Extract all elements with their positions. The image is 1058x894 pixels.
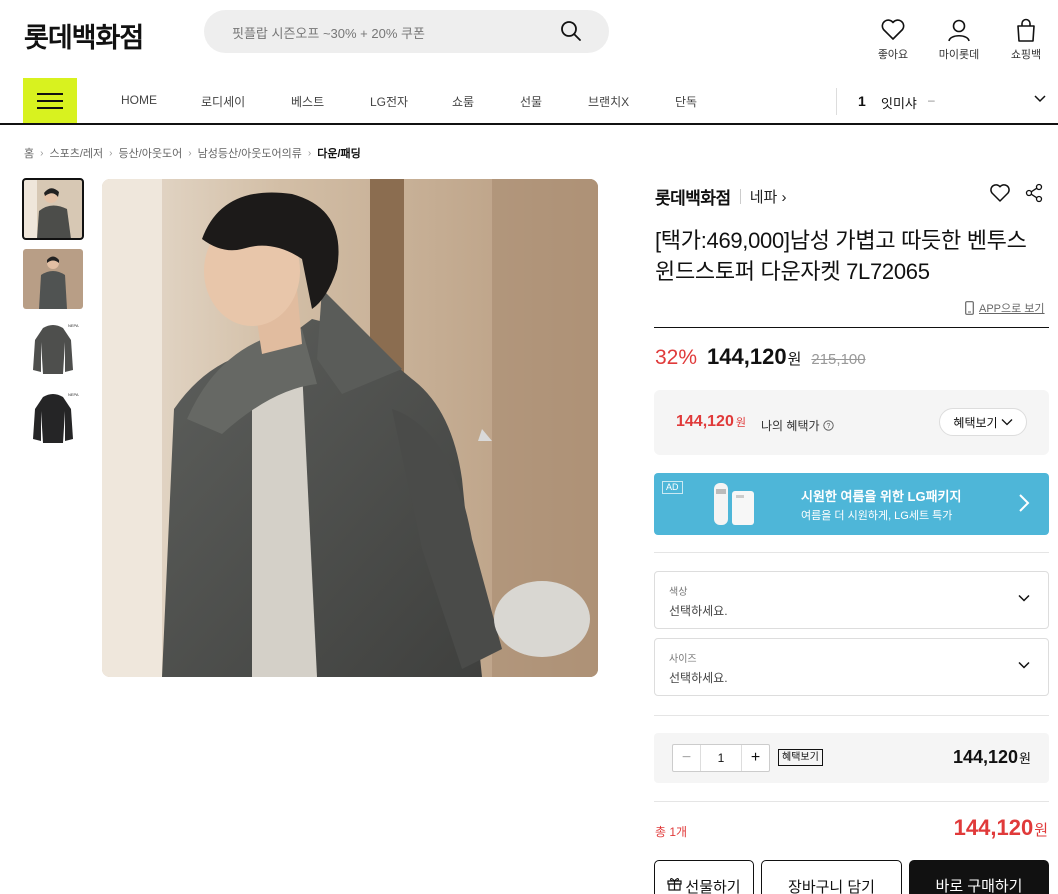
heart-icon <box>881 19 905 40</box>
search-placeholder: 핏플랍 시즌오프 ~30% + 20% 쿠폰 <box>232 26 425 41</box>
currency-unit: 원 <box>787 351 802 368</box>
buy-now-button[interactable]: 바로 구매하기 <box>909 860 1049 894</box>
ad-title: 시원한 여름을 위한 LG패키지 <box>801 489 962 504</box>
app-view-label: APP으로 보기 <box>979 303 1045 315</box>
search-bar[interactable]: 핏플랍 시즌오프 ~30% + 20% 쿠폰 <box>204 10 609 53</box>
svg-text:NEPA: NEPA <box>68 392 79 397</box>
share-icon[interactable] <box>1025 183 1043 203</box>
product-thumbnail[interactable] <box>22 178 84 240</box>
sale-price: 144,120 <box>707 344 787 369</box>
total-price: 144,120원 <box>953 815 1048 840</box>
search-icon[interactable] <box>559 19 583 43</box>
rank-number: 1 <box>858 93 866 109</box>
wishlist-label: 좋아요 <box>877 49 909 61</box>
nav-item-exclusive[interactable]: 단독 <box>675 93 697 110</box>
breadcrumb-current: 다운/패딩 <box>317 148 361 160</box>
size-select[interactable]: 사이즈 선택하세요. <box>654 638 1049 696</box>
benefit-price: 144,120 원 <box>676 413 746 430</box>
ad-subtitle: 여름을 더 시원하게, LG세트 특가 <box>801 510 953 522</box>
divider <box>654 715 1049 716</box>
nav-item-lg[interactable]: LG전자 <box>370 93 408 110</box>
product-title: [택가:469,000]남성 가볍고 따듯한 벤투스 윈드스토퍼 다운자켓 7L… <box>655 228 1027 284</box>
shopping-bag-label: 쇼핑백 <box>1010 49 1042 61</box>
view-benefits-button[interactable]: 혜택보기 <box>939 408 1027 436</box>
color-select[interactable]: 색상 선택하세요. <box>654 571 1049 629</box>
brand-link[interactable]: 네파 › <box>750 186 787 207</box>
price-row: 32% 144,120 원 215,100 <box>655 344 866 370</box>
wishlist-button[interactable]: 좋아요 <box>865 18 921 62</box>
my-lotte-button[interactable]: 마이롯데 <box>931 18 987 62</box>
chevron-down-icon <box>1001 419 1013 426</box>
breadcrumb-item[interactable]: 남성등산/아웃도어의류 <box>198 145 302 161</box>
color-select-value: 선택하세요. <box>669 604 728 618</box>
chevron-down-icon <box>1018 661 1030 669</box>
product-thumbnail[interactable]: NEPA <box>23 318 83 378</box>
brand-row: 롯데백화점 네파 › <box>655 184 786 209</box>
quantity-value[interactable]: 1 <box>701 745 741 771</box>
nav-item-home[interactable]: HOME <box>121 93 157 107</box>
nav-divider <box>836 88 837 115</box>
discount-rate: 32% <box>655 346 698 369</box>
store-name[interactable]: 롯데백화점 <box>655 184 731 209</box>
gift-icon <box>667 877 682 891</box>
breadcrumb-item[interactable]: 등산/아웃도어 <box>118 145 182 161</box>
site-logo[interactable]: 롯데백화점 <box>24 16 144 55</box>
product-thumbnail[interactable] <box>23 249 83 309</box>
chevron-down-icon[interactable] <box>1033 94 1047 104</box>
ad-banner[interactable]: AD 시원한 여름을 위한 LG패키지 여름을 더 시원하게, LG세트 특가 <box>654 473 1049 535</box>
svg-text:?: ? <box>826 423 830 430</box>
shopping-bag-button[interactable]: 쇼핑백 <box>998 18 1054 62</box>
rank-change: – <box>928 93 935 107</box>
gift-label: 선물하기 <box>685 879 741 894</box>
breadcrumb-item[interactable]: 스포츠/레저 <box>49 145 103 161</box>
chevron-down-icon <box>1018 594 1030 602</box>
original-price: 215,100 <box>811 351 866 368</box>
benefit-price-box: 144,120 원 나의 혜택가 ? 혜택보기 <box>654 390 1049 455</box>
mobile-phone-icon <box>965 301 974 315</box>
question-circle-icon[interactable]: ? <box>822 420 834 431</box>
divider <box>654 327 1049 328</box>
heart-icon[interactable] <box>989 183 1011 203</box>
app-view-link[interactable]: APP으로 보기 <box>965 300 1045 316</box>
add-to-cart-button[interactable]: 장바구니 담기 <box>761 860 902 894</box>
quantity-benefit-tag[interactable]: 혜택보기 <box>778 749 823 766</box>
global-nav: HOME 로디세이 베스트 LG전자 쇼룸 선물 브랜치X 단독 1 잇미샤 – <box>0 78 1058 125</box>
chevron-right-icon[interactable] <box>1018 493 1030 513</box>
increase-button[interactable]: + <box>741 745 769 771</box>
quantity-row: − 1 + 혜택보기 144,120원 <box>654 733 1049 783</box>
rank-keyword[interactable]: 잇미샤 <box>881 93 917 112</box>
nav-item-branch-x[interactable]: 브랜치X <box>588 93 629 110</box>
my-lotte-label: 마이롯데 <box>938 49 980 61</box>
size-select-value: 선택하세요. <box>669 671 728 685</box>
divider <box>654 552 1049 553</box>
nav-item-lodisay[interactable]: 로디세이 <box>201 93 245 110</box>
person-icon <box>948 19 970 42</box>
color-select-label: 색상 <box>669 587 688 598</box>
product-main-image[interactable] <box>102 179 598 677</box>
breadcrumb-item[interactable]: 홈 <box>24 145 34 161</box>
product-thumbnail[interactable]: NEPA <box>23 387 83 447</box>
size-select-label: 사이즈 <box>669 654 697 665</box>
lg-appliance-image <box>714 483 754 525</box>
hamburger-menu-button[interactable] <box>23 78 77 123</box>
svg-text:NEPA: NEPA <box>68 323 79 328</box>
decrease-button[interactable]: − <box>673 745 701 771</box>
breadcrumb: 홈 › 스포츠/레저 › 등산/아웃도어 › 남성등산/아웃도어의류 › 다운/패딩 <box>24 145 361 161</box>
shopping-bag-icon <box>1017 18 1035 42</box>
nav-item-showroom[interactable]: 쇼룸 <box>452 93 474 110</box>
line-price: 144,120원 <box>952 747 1031 767</box>
nav-item-gift[interactable]: 선물 <box>520 93 542 110</box>
total-count: 총 1개 <box>655 825 688 839</box>
gift-button[interactable]: 선물하기 <box>654 860 754 894</box>
nav-item-best[interactable]: 베스트 <box>291 93 324 110</box>
divider <box>654 801 1049 802</box>
ad-tag: AD <box>662 481 683 494</box>
quantity-stepper: − 1 + <box>672 744 770 772</box>
benefit-label: 나의 혜택가 ? <box>761 417 834 434</box>
